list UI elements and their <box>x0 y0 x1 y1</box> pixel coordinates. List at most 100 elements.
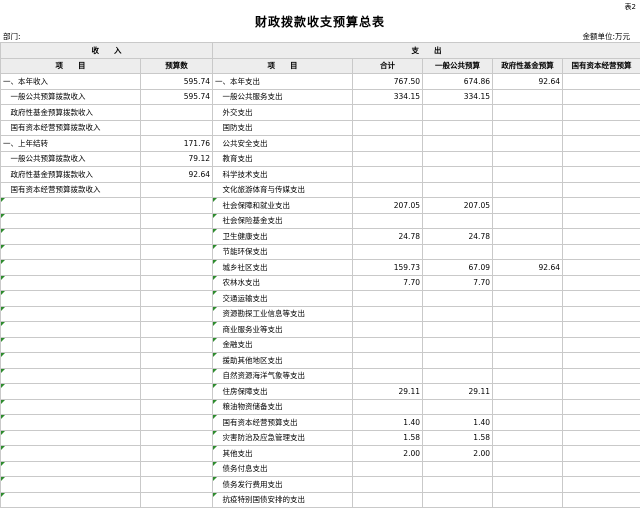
fund-budget-cell <box>492 228 563 245</box>
expense-item-cell: 教育支出 <box>212 150 353 167</box>
general-budget-cell: 674.86 <box>422 73 493 90</box>
state-capital-cell <box>562 88 640 105</box>
general-budget-cell <box>422 243 493 260</box>
table-number-label: 表2 <box>624 3 636 11</box>
general-budget-header: 一般公共预算 <box>422 57 493 74</box>
income-amount-cell <box>140 383 213 400</box>
page-title: 财政拨款收支预算总表 <box>254 15 385 29</box>
income-amount-cell: 92.64 <box>140 166 213 183</box>
expense-item-cell: 公共安全支出 <box>212 135 353 152</box>
income-amount-cell <box>140 429 213 446</box>
table-row: 债务发行费用支出 <box>0 476 640 493</box>
general-budget-cell <box>422 119 493 136</box>
income-item-cell <box>0 212 141 229</box>
state-capital-cell <box>562 429 640 446</box>
total-cell: 207.05 <box>352 197 423 214</box>
expense-item-cell: 自然资源海洋气象等支出 <box>212 367 353 384</box>
table-row: 债务付息支出 <box>0 460 640 477</box>
fund-budget-cell <box>492 166 563 183</box>
state-capital-cell <box>562 290 640 307</box>
general-budget-cell <box>422 321 493 338</box>
total-cell <box>352 367 423 384</box>
total-cell: 24.78 <box>352 228 423 245</box>
general-budget-cell <box>422 166 493 183</box>
income-amount-cell <box>140 104 213 121</box>
total-cell <box>352 243 423 260</box>
state-capital-cell <box>562 321 640 338</box>
income-amount-cell <box>140 181 213 198</box>
income-amount-cell <box>140 336 213 353</box>
fund-budget-cell <box>492 150 563 167</box>
state-capital-cell <box>562 383 640 400</box>
state-capital-cell <box>562 460 640 477</box>
general-budget-cell: 2.00 <box>422 445 493 462</box>
total-cell <box>352 321 423 338</box>
income-amount-cell <box>140 352 213 369</box>
state-capital-cell <box>562 398 640 415</box>
expense-item-cell: 其他支出 <box>212 445 353 462</box>
general-budget-cell: 334.15 <box>422 88 493 105</box>
income-amount-cell <box>140 119 213 136</box>
income-amount-cell <box>140 290 213 307</box>
income-item-cell <box>0 476 141 493</box>
expense-item-cell: 灾害防治及应急管理支出 <box>212 429 353 446</box>
general-budget-cell: 207.05 <box>422 197 493 214</box>
income-item-cell <box>0 305 141 322</box>
expense-item-cell: 粮油物资储备支出 <box>212 398 353 415</box>
general-budget-cell <box>422 290 493 307</box>
state-capital-cell <box>562 228 640 245</box>
general-budget-cell: 1.40 <box>422 414 493 431</box>
expense-item-cell: 抗疫特别国债安排的支出 <box>212 491 353 508</box>
fund-budget-cell: 92.64 <box>492 73 563 90</box>
fund-budget-cell <box>492 367 563 384</box>
general-budget-cell <box>422 150 493 167</box>
table-row: 一、本年收入 595.74 一、本年支出 767.50 674.86 92.64 <box>0 73 640 90</box>
fund-budget-cell: 92.64 <box>492 259 563 276</box>
income-item-cell: 一、本年收入 <box>0 73 141 90</box>
state-capital-cell <box>562 104 640 121</box>
table-row: 国有资本经营预算拨款收入 文化旅游体育与传媒支出 <box>0 181 640 198</box>
table-row: 社会保险基金支出 <box>0 212 640 229</box>
fund-budget-cell <box>492 243 563 260</box>
expense-item-cell: 文化旅游体育与传媒支出 <box>212 181 353 198</box>
total-cell: 1.40 <box>352 414 423 431</box>
total-cell: 334.15 <box>352 88 423 105</box>
table-row: 商业服务业等支出 <box>0 321 640 338</box>
expense-item-cell: 交通运输支出 <box>212 290 353 307</box>
fund-budget-cell <box>492 476 563 493</box>
state-capital-cell <box>562 181 640 198</box>
expense-item-cell: 外交支出 <box>212 104 353 121</box>
fund-budget-cell <box>492 181 563 198</box>
total-cell <box>352 119 423 136</box>
state-capital-cell <box>562 166 640 183</box>
general-budget-cell <box>422 305 493 322</box>
expense-header: 支 出 <box>212 42 640 59</box>
fund-budget-cell <box>492 135 563 152</box>
state-capital-header: 国有资本经营预算 <box>562 57 640 74</box>
expense-item-cell: 债务发行费用支出 <box>212 476 353 493</box>
total-cell <box>352 352 423 369</box>
income-item-cell <box>0 336 141 353</box>
fund-budget-cell <box>492 321 563 338</box>
general-budget-cell: 1.58 <box>422 429 493 446</box>
income-amount-cell: 171.76 <box>140 135 213 152</box>
income-item-cell: 一、上年结转 <box>0 135 141 152</box>
income-item-cell <box>0 352 141 369</box>
state-capital-cell <box>562 243 640 260</box>
fund-budget-cell <box>492 104 563 121</box>
income-header: 收 入 <box>0 42 213 59</box>
income-amount-cell <box>140 197 213 214</box>
expense-item-cell: 社会保障和就业支出 <box>212 197 353 214</box>
table-row: 节能环保支出 <box>0 243 640 260</box>
general-budget-cell <box>422 491 493 508</box>
income-item-cell <box>0 197 141 214</box>
table-row: 抗疫特别国债安排的支出 <box>0 491 640 508</box>
expense-item-cell: 金融支出 <box>212 336 353 353</box>
income-amount-cell: 595.74 <box>140 73 213 90</box>
table-row: 国有资本经营预算拨款收入 国防支出 <box>0 119 640 136</box>
income-amount-cell <box>140 460 213 477</box>
income-item-cell <box>0 445 141 462</box>
state-capital-cell <box>562 414 640 431</box>
income-amount-cell <box>140 259 213 276</box>
table-row: 粮油物资储备支出 <box>0 398 640 415</box>
